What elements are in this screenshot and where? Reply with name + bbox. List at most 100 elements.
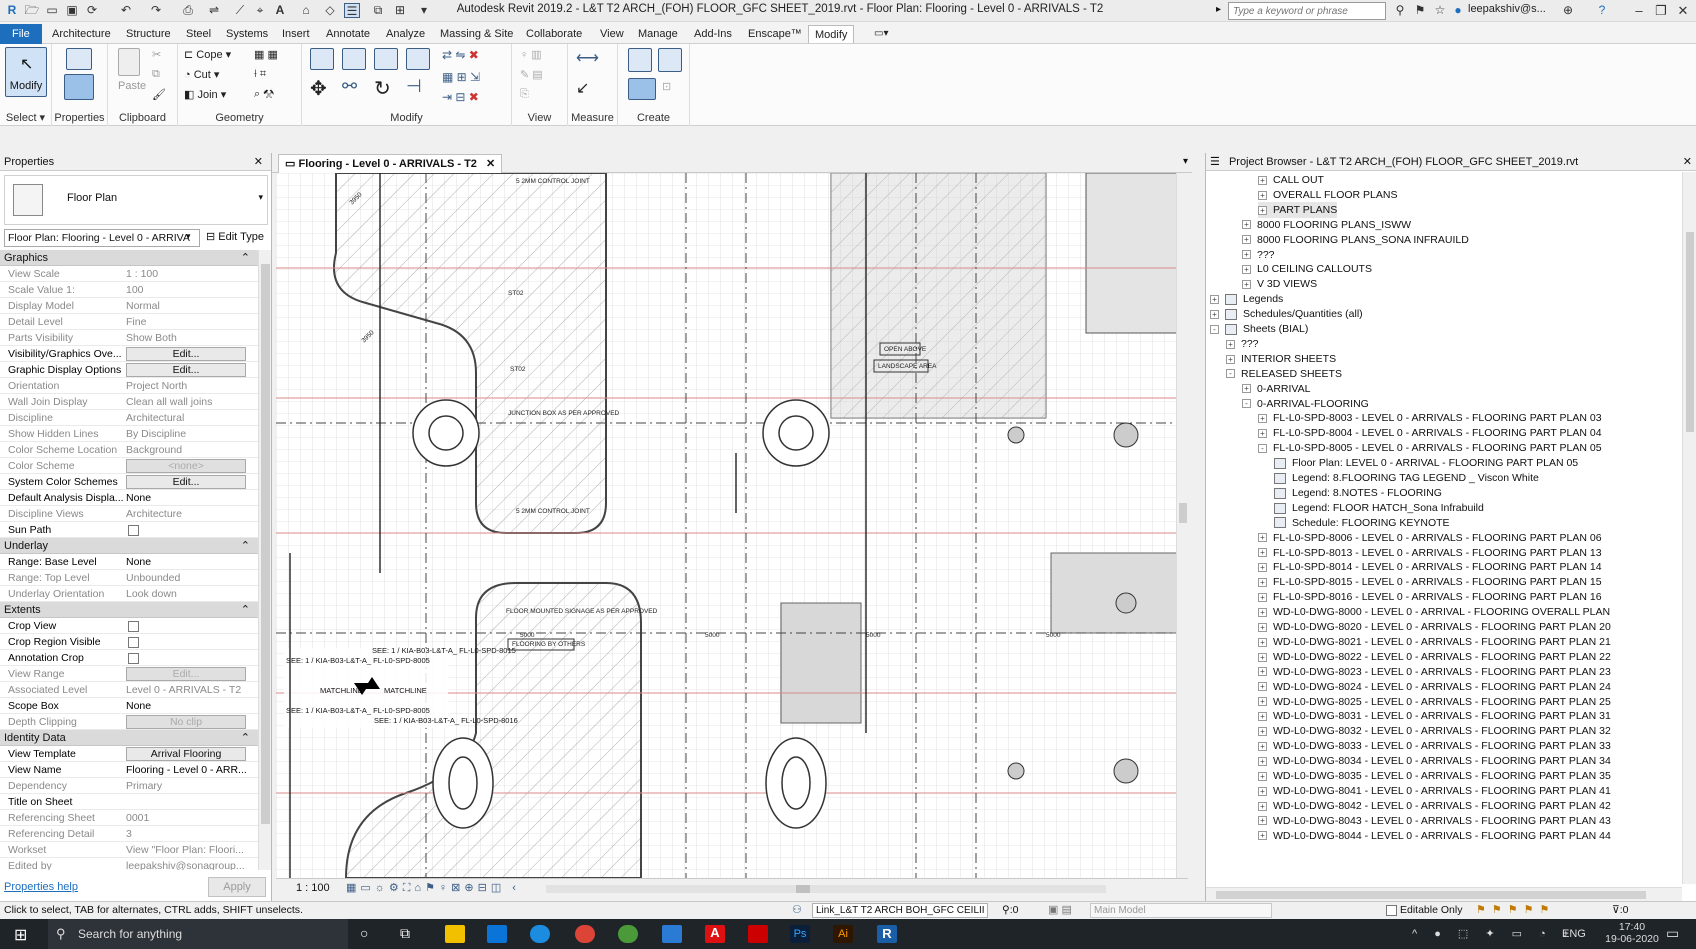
geometry-tool-2-icon[interactable]: ⟊ ⌗ (254, 68, 266, 81)
expand-icon[interactable]: + (1258, 578, 1267, 588)
browser-node[interactable]: + WD-L0-DWG-8020 - LEVEL 0 - ARRIVALS - F… (1258, 619, 1611, 635)
type-properties-icon[interactable] (66, 48, 92, 70)
browser-node[interactable]: +0-ARRIVAL (1242, 381, 1311, 397)
notifications-icon[interactable]: ▭ (1666, 925, 1679, 942)
collapse-icon[interactable]: - (1242, 399, 1251, 409)
properties-group-extents[interactable]: Extents ⌃ (0, 602, 258, 618)
3d-view-icon[interactable]: ⌂ (298, 3, 314, 18)
collapse-icon[interactable]: - (1226, 369, 1235, 379)
save-icon[interactable]: ▣ (64, 3, 80, 18)
create-group-icon[interactable] (628, 78, 656, 100)
expand-icon[interactable]: + (1258, 548, 1267, 558)
design-options-icon[interactable]: ▣ ▤ (1048, 903, 1072, 916)
editing-requests[interactable]: ⚲:0 (1002, 904, 1018, 916)
property-value[interactable]: Normal (126, 298, 256, 314)
print-icon[interactable]: ⎙ (180, 3, 196, 18)
whatsapp-icon[interactable] (662, 925, 682, 943)
browser-node[interactable]: - RELEASED SHEETS (1226, 366, 1342, 382)
tab-file[interactable]: File (0, 24, 42, 44)
browser-node[interactable]: -0-ARRIVAL-FLOORING (1242, 396, 1369, 412)
match-properties-icon[interactable]: 🖌 (152, 88, 166, 101)
properties-group-graphics[interactable]: Graphics ⌃ (0, 250, 258, 266)
properties-help-link[interactable]: Properties help (4, 881, 78, 893)
move-icon[interactable]: ✥ (310, 76, 327, 101)
expand-icon[interactable]: + (1258, 607, 1267, 617)
browser-node[interactable]: + Legends (1210, 291, 1283, 307)
expand-icon[interactable]: + (1258, 831, 1267, 841)
browser-vscroll-thumb[interactable] (1686, 232, 1694, 432)
expand-icon[interactable]: + (1210, 294, 1219, 304)
properties-scrollbar[interactable] (258, 250, 271, 870)
create-parts-icon[interactable] (658, 48, 682, 72)
section-icon[interactable]: ◇ (322, 3, 338, 18)
browser-node[interactable]: + V 3D VIEWS (1242, 276, 1317, 292)
create-similar-icon[interactable]: ⊡ (662, 80, 671, 93)
measure-between-icon[interactable]: ⟷ (576, 48, 599, 68)
scale-icons[interactable]: ⇥ ⊟ ✖ (442, 90, 479, 104)
expand-icon[interactable]: + (1258, 816, 1267, 826)
browser-node[interactable]: + L0 CEILING CALLOUTS (1242, 261, 1372, 277)
design-option-selector[interactable]: Main Model (1090, 903, 1272, 918)
browser-node[interactable]: + WD-L0-DWG-8022 - LEVEL 0 - ARRIVALS - F… (1258, 649, 1611, 665)
folder-icon[interactable]: ▭ (44, 3, 60, 18)
trim-icon[interactable]: ⊣ (406, 76, 422, 97)
property-edit-button[interactable]: Edit... (126, 475, 246, 489)
subscription-icon[interactable]: ⚑ (1412, 3, 1428, 18)
hide-icon[interactable]: ♀ ▥ (520, 48, 542, 61)
windows-start-icon[interactable]: ⊞ (14, 925, 27, 945)
rotate-icon[interactable]: ↻ (374, 76, 391, 101)
canvas-hscrollbar[interactable] (546, 885, 1106, 893)
geometry-tool-icon[interactable]: ▦ ▦ (254, 48, 278, 61)
browser-node[interactable]: + WD-L0-DWG-8023 - LEVEL 0 - ARRIVALS - F… (1258, 664, 1611, 680)
file-explorer-icon[interactable] (445, 925, 465, 943)
property-value[interactable]: 0001 (126, 810, 256, 826)
browser-node[interactable]: + FL-L0-SPD-8003 - LEVEL 0 - ARRIVALS - F… (1258, 410, 1602, 426)
thin-lines-icon[interactable]: ☰ (344, 3, 360, 18)
view-scale[interactable]: 1 : 100 (296, 882, 330, 894)
browser-node[interactable]: Legend: FLOOR HATCH_Sona Infrabuild (1274, 500, 1484, 516)
property-value[interactable]: None (126, 698, 256, 714)
drawing-canvas[interactable]: 5 2MM CONTROL JOINT JUNCTION BOX AS PER … (276, 173, 1188, 878)
property-value[interactable]: Clean all wall joins (126, 394, 256, 410)
expand-icon[interactable]: + (1258, 667, 1267, 677)
split-icons[interactable]: ⇄ ⇋ ✖ (442, 48, 479, 62)
search-input[interactable] (1228, 2, 1386, 20)
canvas-hscroll-thumb[interactable] (796, 885, 810, 893)
browser-node[interactable]: + WD-L0-DWG-8035 - LEVEL 0 - ARRIVALS - F… (1258, 768, 1611, 784)
view-tab[interactable]: ▭ Flooring - Level 0 - ARRIVALS - T2 ✕ (278, 154, 503, 173)
browser-node[interactable]: +8000 FLOORING PLANS_ISWW (1242, 217, 1411, 233)
browser-node[interactable]: + FL-L0-SPD-8015 - LEVEL 0 - ARRIVALS - F… (1258, 574, 1602, 590)
property-edit-button[interactable]: <none> (126, 459, 246, 473)
expand-icon[interactable]: + (1258, 175, 1267, 185)
autocad-icon[interactable]: A (705, 925, 725, 943)
expand-icon[interactable]: + (1258, 682, 1267, 692)
browser-vscrollbar[interactable] (1682, 172, 1696, 884)
property-value[interactable]: View "Floor Plan: Floori... (126, 842, 256, 858)
browser-node[interactable]: Floor Plan: LEVEL 0 - ARRIVAL - FLOORING… (1274, 455, 1578, 471)
expand-icon[interactable]: + (1258, 414, 1267, 424)
browser-node[interactable]: Schedule: FLOORING KEYNOTE (1274, 515, 1450, 531)
expand-icon[interactable]: + (1258, 652, 1267, 662)
property-value[interactable]: Fine (126, 314, 256, 330)
browser-node[interactable]: - Sheets (BIAL) (1210, 321, 1308, 337)
expand-icon[interactable]: + (1258, 771, 1267, 781)
selection-filter-icons[interactable]: ⚑⚑⚑⚑⚑ (1476, 903, 1555, 916)
browser-node[interactable]: + Schedules/Quantities (all) (1210, 306, 1363, 322)
close-browser-icon[interactable]: ✕ (1683, 153, 1692, 171)
expand-icon[interactable]: + (1258, 205, 1267, 215)
properties-group-identity[interactable]: Identity Data ⌃ (0, 730, 258, 746)
property-value[interactable]: leepakshiv@sonagroup... (126, 858, 256, 870)
property-value[interactable]: 1 : 100 (126, 266, 256, 282)
chrome-icon[interactable] (575, 925, 595, 943)
type-dropdown-icon[interactable]: ▾ (258, 192, 263, 203)
browser-node[interactable]: Legend: 8.FLOORING TAG LEGEND _ Viscon W… (1274, 470, 1539, 486)
photoshop-icon[interactable]: Ps (790, 925, 810, 943)
browser-node[interactable]: + PART PLANS (1258, 201, 1338, 218)
browser-node[interactable]: + WD-L0-DWG-8033 - LEVEL 0 - ARRIVALS - F… (1258, 738, 1611, 754)
clock[interactable]: 17:40 19-06-2020 (1604, 921, 1660, 945)
property-checkbox[interactable] (128, 637, 139, 648)
workset-selector[interactable]: Link_L&T T2 ARCH BOH_GFC CEILII (812, 903, 988, 918)
property-value[interactable]: Background (126, 442, 256, 458)
expand-icon[interactable]: + (1258, 756, 1267, 766)
collapse-icon[interactable]: - (1258, 443, 1267, 453)
